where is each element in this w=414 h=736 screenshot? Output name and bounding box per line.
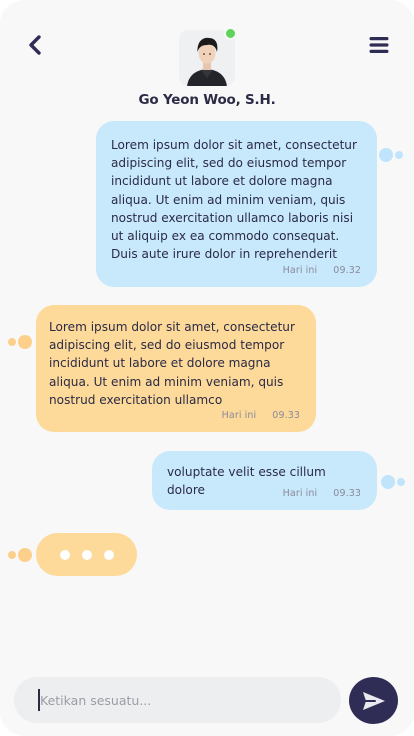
message-time: 09.33 [333,487,361,499]
text-cursor [38,689,40,711]
message-day: Hari ini [282,264,318,276]
bubble-tail-dot [381,475,395,489]
message-bubble-outgoing[interactable]: Lorem ipsum dolor sit amet, consectetur … [96,121,377,287]
message-day: Hari ini [221,409,257,421]
hamburger-menu-icon [369,37,389,53]
message-input[interactable] [14,677,341,723]
bubble-tail-dot [18,335,32,349]
send-button[interactable] [349,677,398,724]
typing-indicator [36,533,137,576]
bubble-tail-dot [395,151,403,159]
message-time: 09.32 [333,264,361,276]
paper-plane-send-icon [362,691,385,710]
message-meta: Hari ini 09.33 [283,485,361,503]
message-input-container [14,677,341,723]
message-text: Lorem ipsum dolor sit amet, consectetur … [49,320,295,407]
bubble-tail-dot [8,338,16,346]
typing-dot [81,549,92,560]
back-button[interactable] [18,28,52,62]
menu-button[interactable] [362,28,396,62]
chevron-left-icon [29,35,41,55]
message-bubble-outgoing[interactable]: voluptate velit esse cillum dolore Hari … [152,451,377,510]
message-day: Hari ini [282,487,318,499]
typing-dot [103,549,114,560]
message-bubble-incoming[interactable]: Lorem ipsum dolor sit amet, consectetur … [36,305,316,432]
bubble-tail-dot [18,548,32,562]
bubble-tail-dot [8,551,16,559]
online-status-indicator [224,27,237,40]
message-time: 09.33 [272,409,300,421]
contact-name: Go Yeon Woo, S.H. [138,92,276,108]
bubble-tail-dot [379,148,393,162]
message-text: Lorem ipsum dolor sit amet, consectetur … [111,138,357,262]
typing-dot [59,549,70,560]
chat-screen: Go Yeon Woo, S.H. Lorem ipsum dolor sit … [0,0,414,736]
message-meta: Hari ini 09.33 [222,407,300,425]
bubble-tail-dot [397,478,405,486]
message-meta: Hari ini 09.32 [283,262,361,280]
